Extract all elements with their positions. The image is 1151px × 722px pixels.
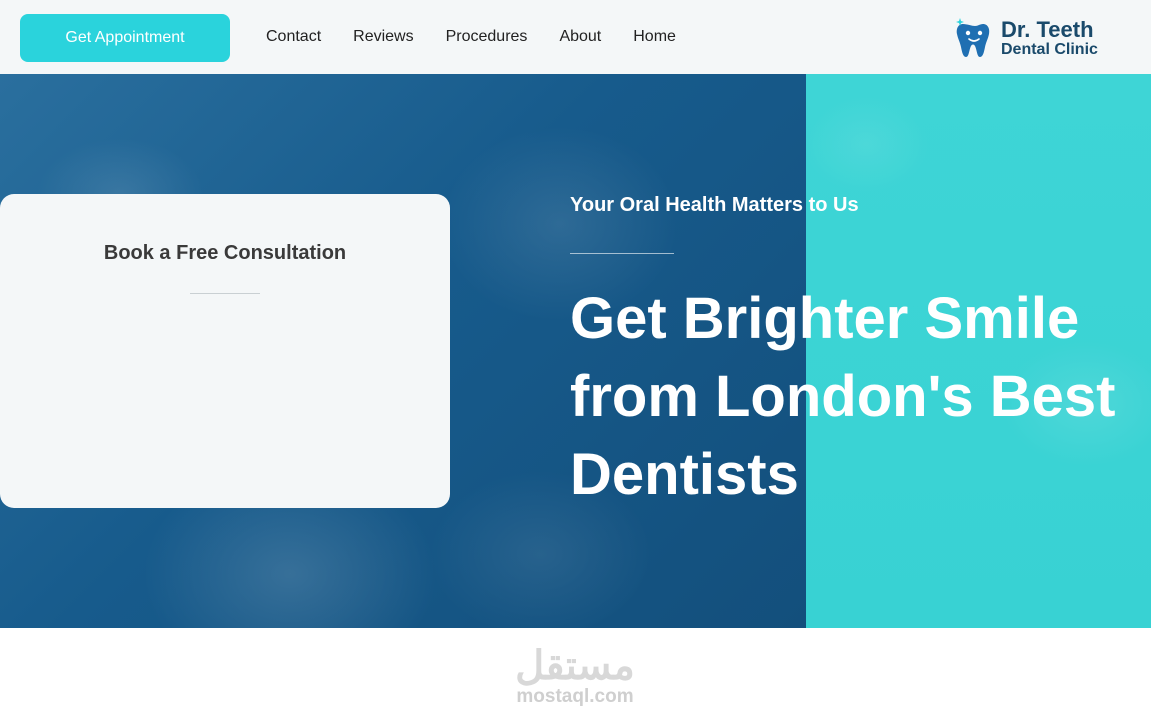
consultation-card: Book a Free Consultation xyxy=(0,194,450,508)
nav-link-procedures[interactable]: Procedures xyxy=(446,26,528,48)
site-header: Get Appointment Contact Reviews Procedur… xyxy=(0,0,1151,74)
clinic-logo[interactable]: Dr. Teeth Dental Clinic xyxy=(954,16,1124,60)
nav-link-contact[interactable]: Contact xyxy=(266,26,321,48)
logo-subtitle: Dental Clinic xyxy=(1001,41,1098,58)
mostaql-watermark: مستقل mostaql.com xyxy=(480,644,670,710)
main-nav: Contact Reviews Procedures About Home xyxy=(266,26,708,48)
consultation-card-title: Book a Free Consultation xyxy=(103,242,347,264)
nav-link-reviews[interactable]: Reviews xyxy=(353,26,413,48)
logo-title: Dr. Teeth xyxy=(1001,17,1094,42)
hero-divider xyxy=(570,253,674,254)
tooth-icon xyxy=(956,18,990,57)
watermark-latin: mostaql.com xyxy=(516,686,634,707)
get-appointment-button[interactable]: Get Appointment xyxy=(20,14,230,62)
hero-headline: Get Brighter Smile from London's Best De… xyxy=(570,280,1151,514)
hero-tagline: Your Oral Health Matters to Us xyxy=(570,194,859,216)
watermark-arabic: مستقل xyxy=(515,644,635,688)
card-divider xyxy=(190,293,260,294)
hero-headline-line: Get Brighter Smile xyxy=(570,286,1080,351)
hero-section: Book a Free Consultation Your Oral Healt… xyxy=(0,74,1151,628)
hero-headline-line: from London's Best xyxy=(570,364,1116,429)
nav-link-about[interactable]: About xyxy=(559,26,601,48)
nav-link-home[interactable]: Home xyxy=(633,26,676,48)
hero-headline-line: Dentists xyxy=(570,442,799,507)
